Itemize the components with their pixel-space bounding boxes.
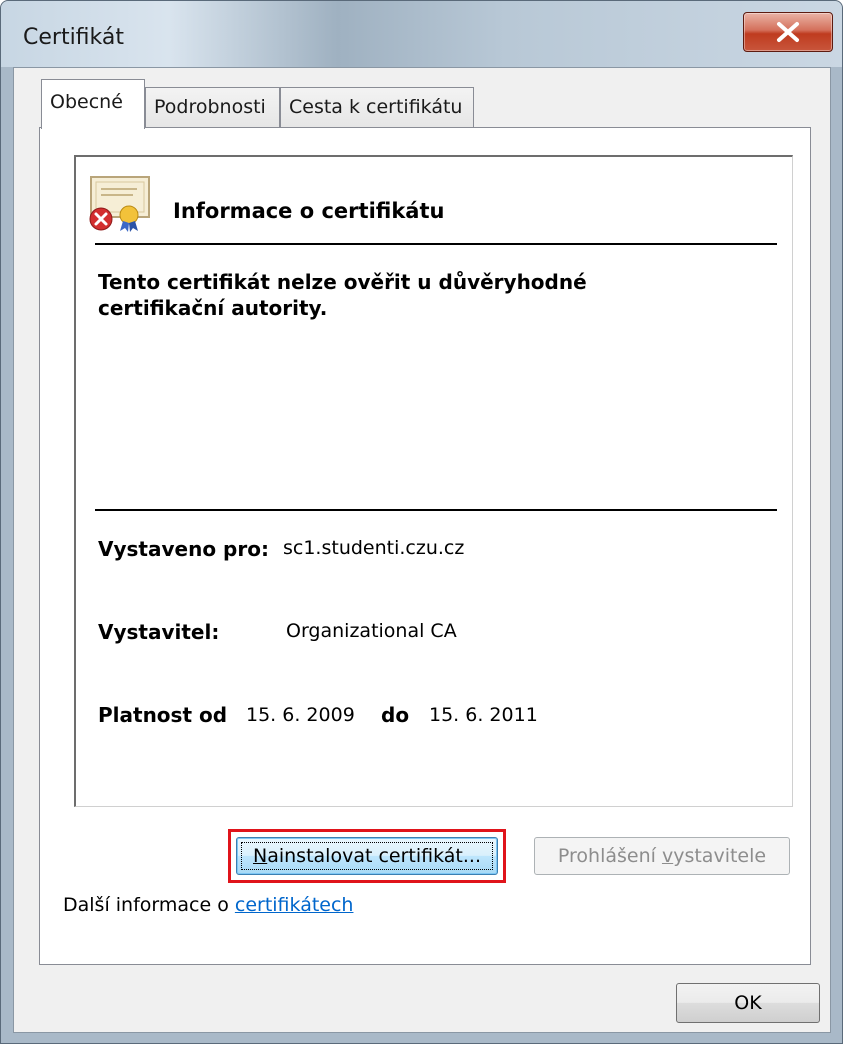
tab-details[interactable]: Podrobnosti [145,87,280,127]
highlight-box [228,829,506,883]
certificate-error-icon [87,175,153,237]
more-info-text: Další informace o certifikátech [63,894,353,916]
close-icon [777,22,799,42]
tab-details-label: Podrobnosti [154,96,266,118]
issuer-statement-accesskey: v [661,845,674,867]
valid-to-value: 15. 6. 2011 [429,704,538,726]
certificates-link[interactable]: certifikátech [235,894,354,916]
divider-bottom [95,509,777,511]
divider-top [95,243,777,245]
tab-general[interactable]: Obecné [41,79,145,129]
window-title: Certifikát [23,25,124,50]
tab-certification-path-label: Cesta k certifikátu [289,96,463,118]
issuer-value: Organizational CA [286,620,457,642]
tab-certification-path[interactable]: Cesta k certifikátu [280,87,474,127]
close-button[interactable] [743,12,833,52]
issued-to-value: sc1.studenti.czu.cz [283,537,465,559]
issuer-statement-label-post: ystavitele [673,845,767,867]
valid-from-value: 15. 6. 2009 [246,704,355,726]
valid-from-label: Platnost od [98,703,228,727]
issuer-statement-label-pre: Prohlášení [557,845,662,867]
info-title: Informace o certifikátu [173,199,445,223]
more-info-prefix: Další informace o [63,894,235,916]
issuer-statement-button[interactable]: Prohlášení vystavitele [534,837,790,875]
warning-text: Tento certifikát nelze ověřit u důvěryho… [98,270,587,320]
certificate-dialog: Certifikát Obecné Podrobnosti Cesta k ce… [0,0,843,1044]
valid-to-label: do [381,703,410,727]
tab-general-label: Obecné [50,91,123,113]
issuer-label: Vystavitel: [98,620,220,644]
issued-to-label: Vystaveno pro: [98,537,269,561]
title-bar[interactable]: Certifikát [1,1,842,67]
ok-button[interactable]: OK [676,983,820,1023]
